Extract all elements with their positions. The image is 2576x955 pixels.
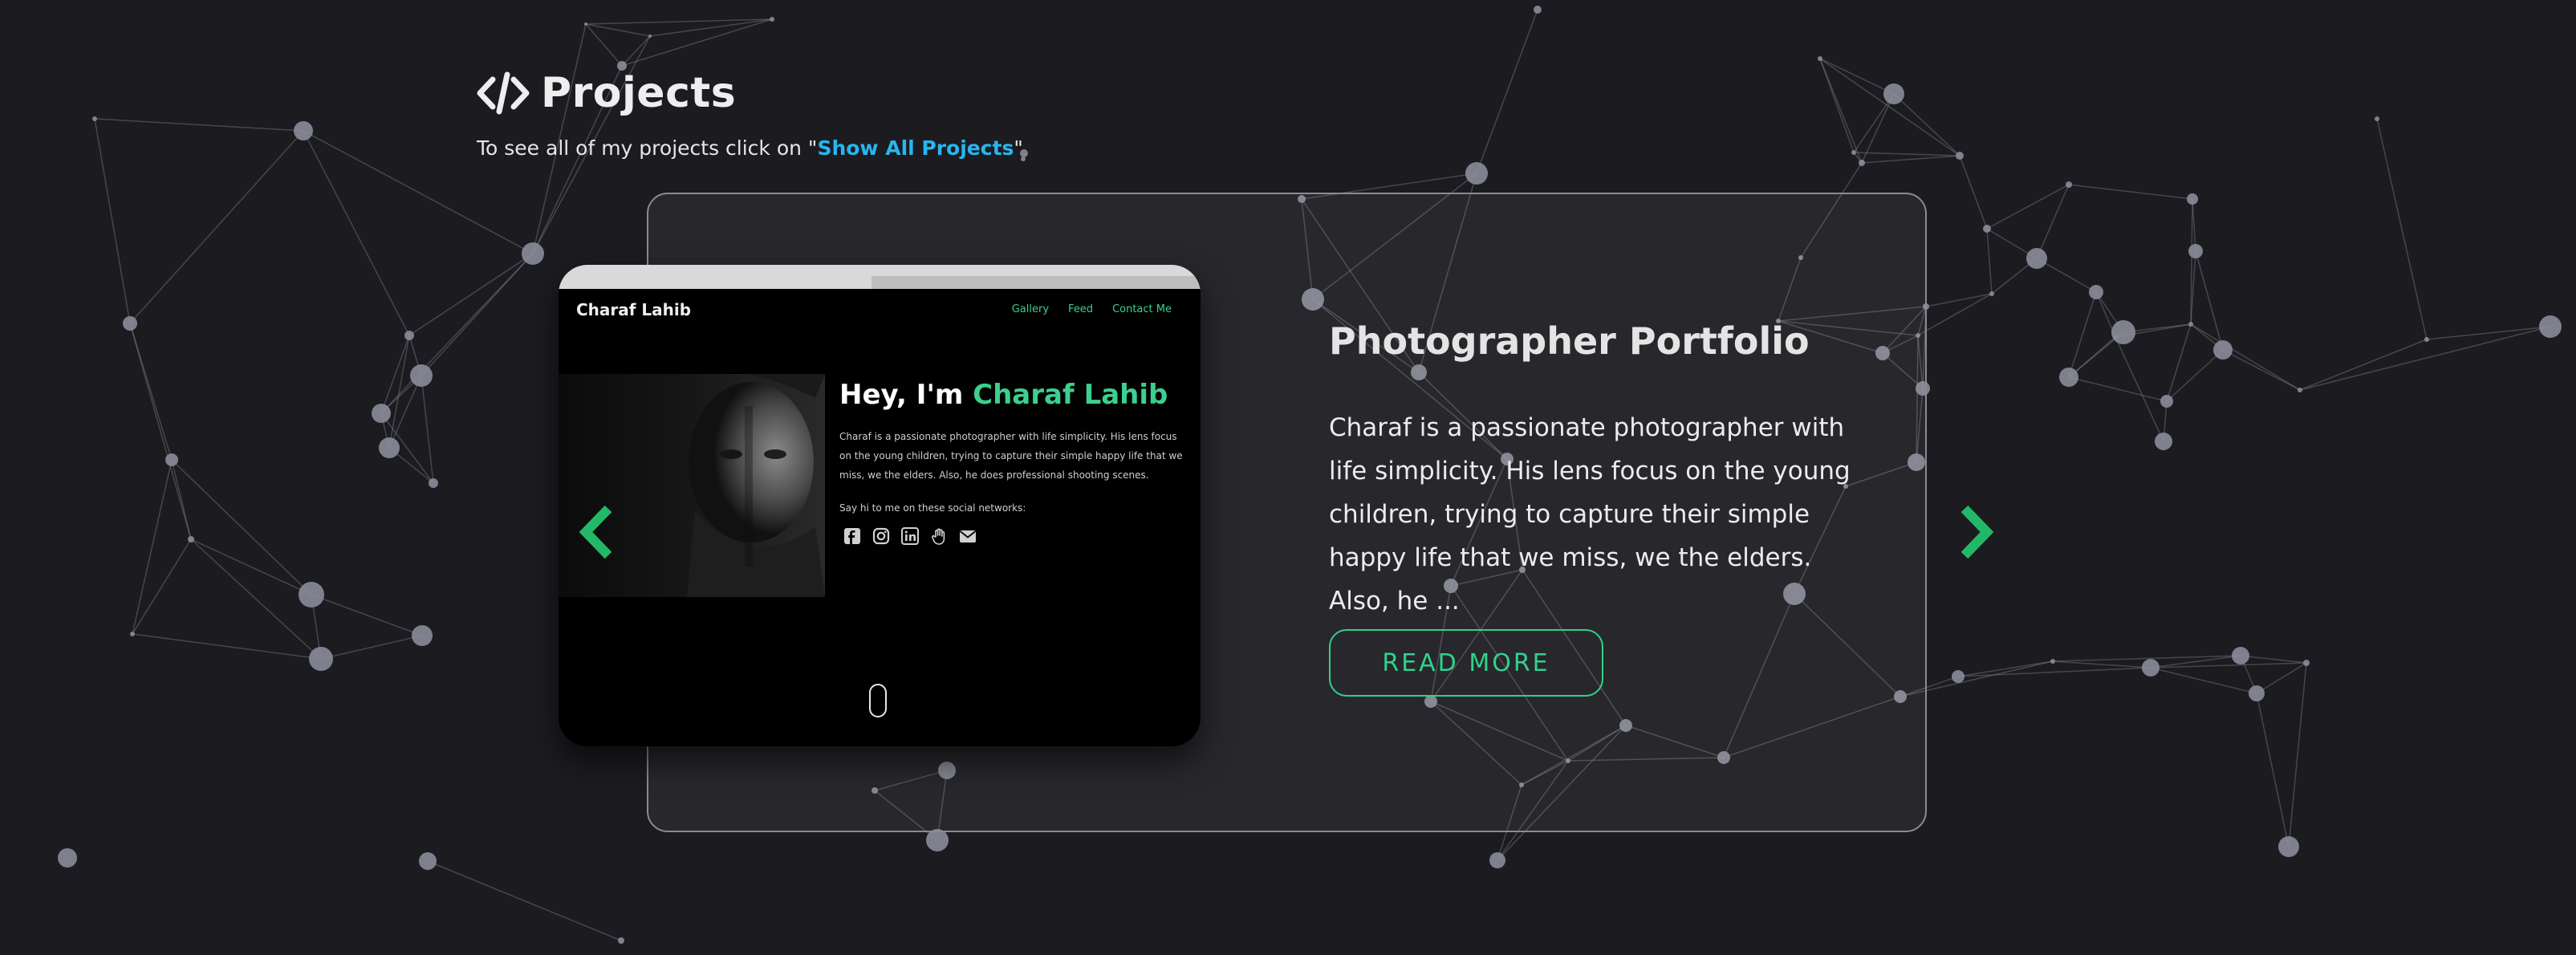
preview-nav-gallery: Gallery	[1011, 303, 1050, 315]
section-header: Projects	[477, 69, 736, 117]
section-title: Projects	[541, 69, 737, 117]
project-preview-image[interactable]: Charaf Lahib Gallery Feed Contact Me Hey…	[559, 265, 1201, 746]
facebook-icon	[844, 528, 860, 544]
preview-heading-name: Charaf Lahib	[973, 379, 1168, 411]
preview-description: Charaf is a passionate photographer with…	[839, 431, 1183, 481]
preview-nav-feed: Feed	[1068, 303, 1094, 315]
scroll-indicator-icon	[869, 684, 887, 717]
envelope-icon	[959, 530, 977, 543]
project-title: Photographer Portfolio	[1329, 319, 1810, 363]
subtitle-quote: "	[1014, 136, 1023, 160]
code-icon	[477, 71, 530, 115]
browser-tab-bar	[559, 265, 1201, 289]
project-description: Charaf is a passionate photographer with…	[1329, 413, 1851, 616]
next-arrow-icon[interactable]	[1955, 504, 1995, 560]
preview-social-icons	[843, 526, 977, 546]
preview-nav: Gallery Feed Contact Me	[1012, 303, 1172, 315]
linkedin-icon	[901, 527, 919, 545]
preview-social-label: Say hi to me on these social networks:	[839, 502, 1026, 514]
show-all-projects-link[interactable]: Show All Projects	[817, 136, 1014, 160]
instagram-icon	[872, 527, 890, 545]
read-more-button[interactable]: READ MORE	[1329, 629, 1603, 697]
hand-icon	[932, 528, 945, 545]
previous-arrow-icon[interactable]	[578, 504, 618, 560]
preview-portrait	[559, 374, 825, 597]
preview-heading: Hey, I'm Charaf Lahib	[839, 379, 1168, 411]
subtitle-text: To see all of my projects click on "	[477, 136, 818, 160]
preview-nav-contact: Contact Me	[1112, 303, 1172, 315]
section-subtitle: To see all of my projects click on "Show…	[477, 136, 1023, 160]
preview-brand: Charaf Lahib	[576, 300, 692, 319]
